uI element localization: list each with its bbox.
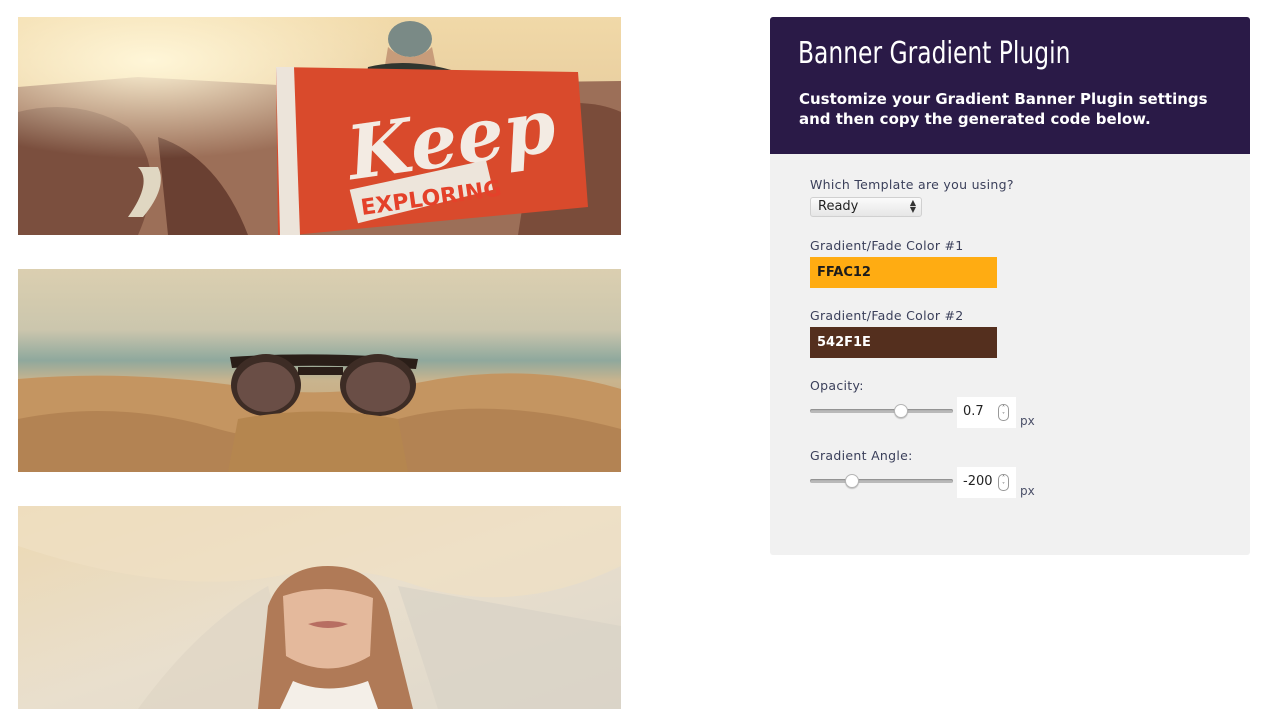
angle-slider[interactable]	[810, 474, 953, 488]
angle-value: -200	[963, 474, 993, 489]
opacity-slider[interactable]	[810, 404, 953, 418]
panel-description: Customize your Gradient Banner Plugin se…	[799, 90, 1208, 128]
opacity-label: Opacity:	[810, 378, 864, 393]
opacity-value: 0.7	[963, 404, 984, 419]
color2-label: Gradient/Fade Color #2	[810, 308, 964, 323]
angle-input[interactable]: -200 ˄ ˅	[957, 467, 1016, 498]
keep-exploring-image: Keep EXPLORING	[18, 17, 621, 235]
angle-label: Gradient Angle:	[810, 448, 913, 463]
panel-title: Banner Gradient Plugin	[798, 36, 1071, 71]
opacity-unit: px	[1020, 414, 1035, 428]
sunglasses-beach-banner	[18, 269, 621, 472]
template-label: Which Template are you using?	[810, 177, 1014, 192]
opacity-spinner-icon[interactable]: ˄ ˅	[998, 404, 1009, 421]
woman-under-sheet-banner	[18, 506, 621, 709]
panel-header: Banner Gradient Plugin Customize your Gr…	[770, 17, 1250, 154]
angle-spinner-icon[interactable]: ˄ ˅	[998, 474, 1009, 491]
template-select[interactable]: Ready ▲ ▼	[810, 197, 922, 217]
opacity-input[interactable]: 0.7 ˄ ˅	[957, 397, 1016, 428]
keep-exploring-banner: Keep EXPLORING	[18, 17, 621, 235]
color1-label: Gradient/Fade Color #1	[810, 238, 964, 253]
select-arrows-icon: ▲ ▼	[909, 198, 916, 214]
settings-panel: Banner Gradient Plugin Customize your Gr…	[770, 17, 1250, 555]
opacity-slider-thumb[interactable]	[893, 404, 908, 418]
color1-input[interactable]: FFAC12	[810, 257, 997, 288]
template-select-value: Ready	[818, 199, 859, 214]
angle-slider-thumb[interactable]	[845, 474, 860, 488]
woman-under-sheet-image	[18, 506, 621, 709]
color2-input[interactable]: 542F1E	[810, 327, 997, 358]
sunglasses-beach-image	[18, 269, 621, 472]
angle-unit: px	[1020, 484, 1035, 498]
